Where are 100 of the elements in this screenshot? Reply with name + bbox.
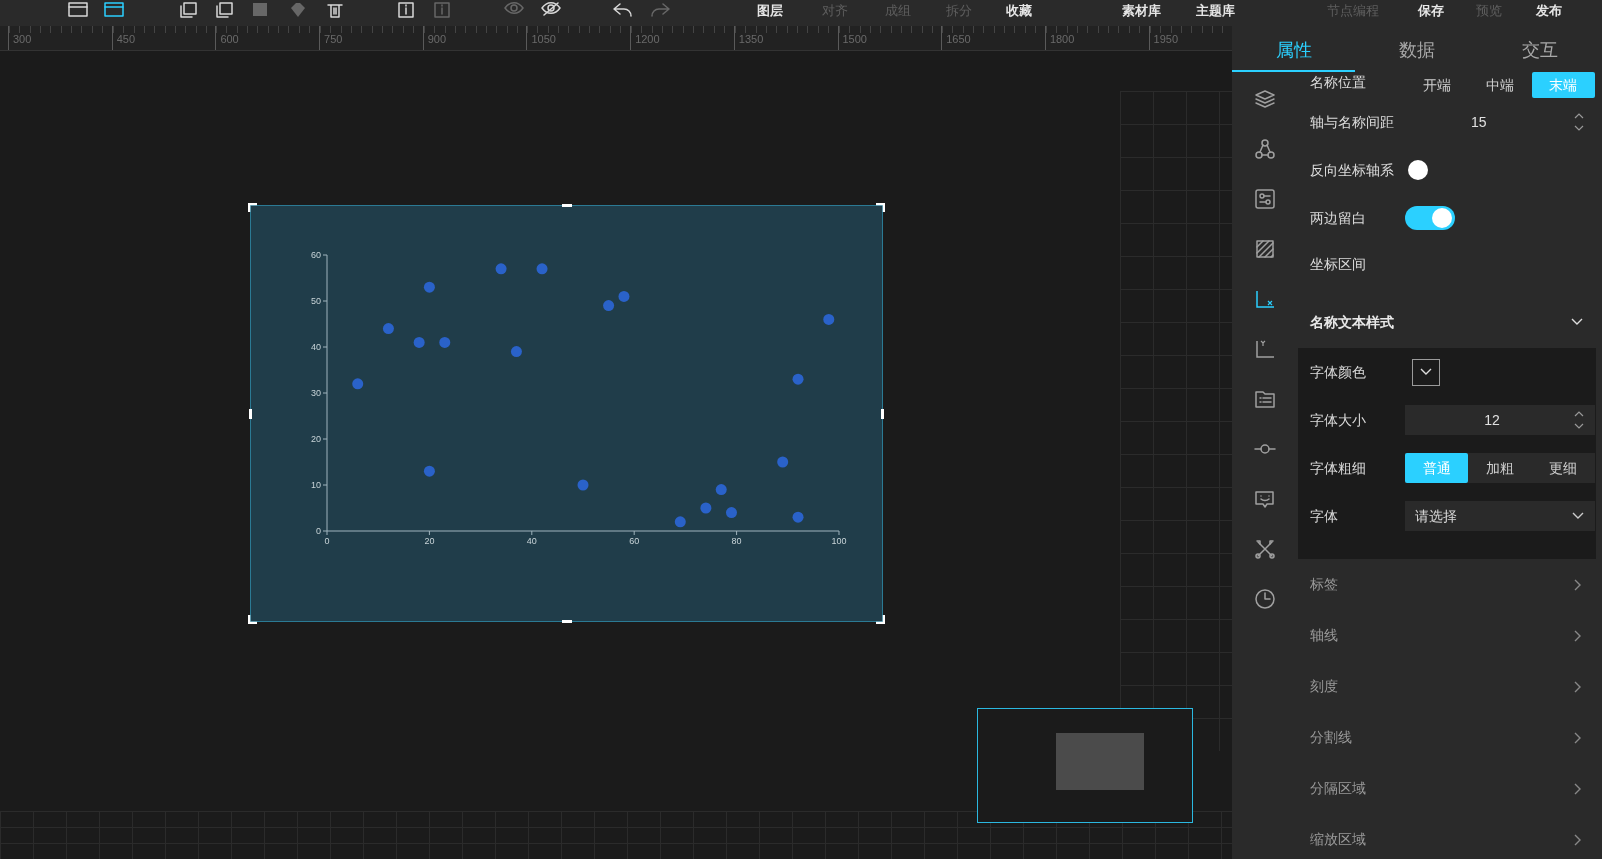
scatter-point — [352, 378, 364, 390]
minimap[interactable] — [977, 708, 1193, 823]
resize-handle[interactable] — [562, 620, 572, 623]
segment-option[interactable]: 开端 — [1405, 72, 1469, 98]
scatter-point — [495, 263, 507, 275]
field-label: 名称位置 — [1310, 73, 1367, 92]
resize-handle[interactable] — [875, 614, 885, 624]
tick-label: 80 — [731, 536, 742, 546]
section-header[interactable]: 分隔区域 — [1298, 763, 1596, 814]
toolbar-button[interactable]: 保存 — [1418, 2, 1444, 20]
hatched-square-icon[interactable] — [1254, 238, 1276, 260]
resize-handle[interactable] — [249, 409, 252, 419]
segment-option[interactable]: 中端 — [1468, 72, 1532, 98]
ruler-label: 1650 — [946, 32, 971, 47]
color-picker[interactable] — [1412, 358, 1440, 386]
segment-option[interactable]: 更细 — [1531, 453, 1595, 483]
ruler-label: 1950 — [1153, 32, 1179, 47]
clock-icon[interactable] — [1254, 588, 1276, 610]
chat-icon[interactable] — [1254, 488, 1276, 510]
ruler-label: 1200 — [635, 32, 660, 47]
trash-icon[interactable] — [325, 2, 345, 18]
scatter-point — [423, 465, 435, 477]
section-header[interactable]: 缩放区域 — [1298, 814, 1596, 859]
section-header[interactable]: 分割线 — [1298, 712, 1596, 763]
toolbar-button[interactable]: 主题库 — [1196, 2, 1235, 20]
section-header[interactable]: 名称文本样式 — [1298, 286, 1596, 348]
scatter-point — [792, 511, 804, 523]
field-label: 轴与名称间距 — [1310, 112, 1395, 132]
scatter-point — [439, 336, 451, 348]
chart-card[interactable]: 0 10 20 30 40 50 60 0 20 40 60 80 100 — [250, 205, 883, 622]
resize-handle[interactable] — [248, 614, 258, 624]
tick-label: 60 — [311, 250, 321, 260]
scatter-point — [618, 290, 630, 302]
toolbar-button[interactable]: 收藏 — [1006, 2, 1032, 20]
toolbar-button[interactable]: 素材库 — [1122, 2, 1161, 20]
tick-label: 40 — [311, 342, 321, 352]
scatter-point — [413, 336, 425, 348]
sliders-icon[interactable] — [1254, 188, 1276, 210]
ruler-label: 1800 — [1049, 32, 1075, 47]
scatter-point — [715, 484, 727, 496]
panel-tab[interactable]: 属性 — [1232, 30, 1355, 72]
info-box-icon[interactable] — [396, 2, 416, 18]
stepper-icon[interactable] — [1573, 111, 1585, 133]
ruler-label: 600 — [220, 32, 239, 47]
scatter-point — [823, 313, 835, 325]
frame-icon[interactable] — [68, 2, 88, 18]
field-label: 字体颜色 — [1310, 362, 1367, 382]
field-label: 字体粗细 — [1310, 458, 1367, 478]
tick-label: 60 — [629, 536, 640, 546]
resize-handle[interactable] — [881, 409, 884, 419]
tick-label: 0 — [324, 536, 330, 546]
undo-icon[interactable] — [612, 2, 634, 18]
segment-option[interactable]: 加粗 — [1468, 453, 1532, 483]
scatter-point — [577, 479, 589, 491]
nodes-icon[interactable] — [1254, 138, 1276, 160]
x-axis-icon[interactable] — [1254, 288, 1276, 310]
number-field[interactable]: 12 — [1405, 405, 1595, 435]
layers-icon[interactable] — [1254, 88, 1276, 110]
scatter-point — [382, 323, 394, 335]
y-axis-icon[interactable] — [1254, 338, 1276, 360]
toggle-switch[interactable] — [1405, 206, 1455, 230]
resize-handle[interactable] — [562, 204, 572, 207]
tick-label: 20 — [424, 536, 435, 546]
field-label: 字体大小 — [1310, 410, 1367, 430]
field-label: 坐标区间 — [1310, 254, 1367, 274]
copy-icon[interactable] — [178, 2, 198, 18]
tick-label: 0 — [316, 526, 321, 536]
scatter-point — [510, 346, 522, 358]
stepper-icon[interactable] — [1573, 409, 1585, 431]
list-icon[interactable] — [1254, 388, 1276, 410]
scatter-point — [700, 502, 712, 514]
copy-icon[interactable] — [214, 2, 234, 18]
panel-tab[interactable]: 交互 — [1478, 30, 1601, 72]
resize-handle[interactable] — [248, 203, 258, 213]
section-header[interactable]: 轴线 — [1298, 610, 1596, 661]
tick-label: 30 — [311, 388, 321, 398]
tools-icon[interactable] — [1254, 538, 1276, 560]
scatter-point — [777, 456, 789, 468]
section-header[interactable]: 刻度 — [1298, 661, 1596, 712]
font-select[interactable]: 请选择 — [1405, 501, 1595, 531]
tick-label: 20 — [311, 434, 321, 444]
panel-tab[interactable]: 数据 — [1355, 30, 1478, 72]
ruler-label: 1500 — [842, 32, 867, 47]
toolbar-button[interactable]: 图层 — [757, 2, 783, 20]
scatter-point — [674, 516, 686, 528]
ruler-label: 750 — [324, 32, 343, 47]
number-field[interactable]: 15 — [1405, 107, 1595, 137]
field-label: 反向坐标轴系 — [1310, 160, 1395, 180]
scatter-point — [792, 373, 804, 385]
ruler-label: 900 — [427, 32, 447, 47]
ruler-label: 1350 — [738, 32, 764, 47]
frame-icon[interactable] — [104, 2, 124, 18]
scatter-point — [536, 263, 548, 275]
eye-off-icon[interactable] — [540, 2, 562, 18]
section-header[interactable]: 标签 — [1298, 559, 1596, 610]
tick-label: 100 — [831, 536, 847, 546]
ruler-label: 450 — [116, 32, 136, 47]
toolbar-button[interactable]: 发布 — [1536, 2, 1562, 20]
resize-handle[interactable] — [875, 203, 885, 213]
tick-label: 10 — [311, 480, 321, 490]
